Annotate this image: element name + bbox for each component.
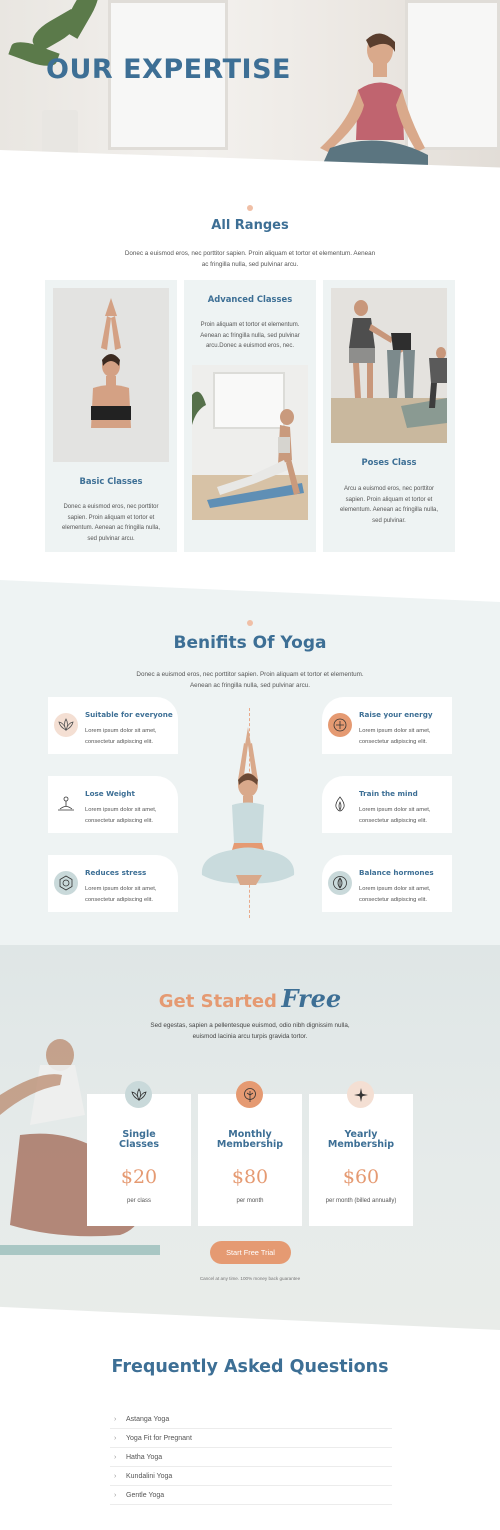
tree-icon — [236, 1081, 263, 1108]
benefit-card-everyone: Suitable for everyone Lorem ipsum dolor … — [48, 697, 178, 754]
plant-pot — [42, 110, 78, 155]
ranges-title: All Ranges — [211, 218, 289, 233]
hero-banner: OUR EXPERTISE — [0, 0, 500, 175]
faq-item-label: Gentle Yoga — [126, 1491, 165, 1499]
chevron-right-icon: › — [114, 1453, 117, 1461]
class-card-title: Basic Classes — [79, 476, 143, 486]
lotus-icon — [125, 1081, 152, 1108]
pricing-card-single[interactable]: Single Classes $20 per class — [87, 1094, 191, 1226]
benefit-card-mind: Train the mind Lorem ipsum dolor sit ame… — [322, 776, 452, 833]
hexagon-icon — [54, 871, 78, 895]
chevron-right-icon: › — [114, 1472, 117, 1480]
poses-class-photo — [331, 288, 447, 443]
faq-item-label: Hatha Yoga — [126, 1453, 163, 1461]
benefit-title: Suitable for everyone — [85, 710, 173, 719]
benefit-card-stress: Reduces stress Lorem ipsum dolor sit ame… — [48, 855, 178, 912]
start-free-trial-button[interactable]: Start Free Trial — [210, 1241, 291, 1264]
benefits-yoga-figure — [201, 727, 295, 885]
class-card-text: Donec a euismod eros, nec porttitor sapi… — [61, 504, 161, 542]
faq-item[interactable]: › Kundalini Yoga — [110, 1467, 392, 1486]
faq-item[interactable]: › Astanga Yoga — [110, 1410, 392, 1429]
benefit-title: Balance hormones — [359, 868, 434, 877]
plan-price: $60 — [342, 1166, 380, 1188]
faq-item-label: Yoga Fit for Pregnant — [126, 1434, 192, 1442]
benefit-text: Lorem ipsum dolor sit amet, consectetur a… — [85, 728, 157, 745]
benefit-card-energy: Raise your energy Lorem ipsum dolor sit … — [322, 697, 452, 754]
flower-icon — [347, 1081, 374, 1108]
benefit-card-hormones: Balance hormones Lorem ipsum dolor sit a… — [322, 855, 452, 912]
class-card-title: Advanced Classes — [207, 294, 293, 304]
pricing-card-yearly[interactable]: Yearly Membership $60 per month (billed a… — [309, 1094, 413, 1226]
benefits-title: Benifits Of Yoga — [173, 633, 327, 653]
ranges-subtitle: Donec a euismod eros, nec porttitor sapi… — [124, 250, 376, 268]
class-card-text: Arcu a euismod eros, nec porttitor sapie… — [339, 486, 439, 524]
plan-unit: per month — [236, 1198, 264, 1204]
faq-item[interactable]: › Hatha Yoga — [110, 1448, 392, 1467]
flame-icon — [328, 792, 352, 816]
leaf-icon — [328, 871, 352, 895]
faq-item-label: Kundalini Yoga — [126, 1472, 173, 1480]
benefit-card-weight: Lose Weight Lorem ipsum dolor sit amet, c… — [48, 776, 178, 833]
plan-title: Single Classes — [118, 1129, 160, 1150]
benefit-text: Lorem ipsum dolor sit amet, consectetur a… — [85, 807, 157, 824]
plan-title: Monthly Membership — [216, 1129, 284, 1150]
faq-title: Frequently Asked Questions — [111, 1357, 389, 1377]
benefit-title: Lose Weight — [85, 789, 135, 798]
energy-icon — [328, 713, 352, 737]
meditation-icon — [54, 792, 78, 816]
pricing-card-monthly[interactable]: Monthly Membership $80 per month — [198, 1094, 302, 1226]
benefit-title: Raise your energy — [359, 710, 433, 719]
get-started-heading: Get Started Free — [0, 984, 500, 1013]
class-card-advanced[interactable]: Advanced Classes Proin aliquam et tortor… — [184, 280, 316, 552]
plant-leaf — [60, 0, 105, 39]
plan-price: $20 — [120, 1166, 158, 1188]
benefit-text: Lorem ipsum dolor sit amet, consectetur a… — [85, 886, 157, 903]
faq-item[interactable]: › Yoga Fit for Pregnant — [110, 1429, 392, 1448]
guarantee-text: Cancel at any time. 100% money back guar… — [199, 1276, 301, 1281]
hero-yoga-woman-photo — [320, 33, 428, 170]
class-card-title: Poses Class — [361, 457, 417, 467]
get-started-title-script: Free — [281, 984, 342, 1013]
benefits-subtitle: Donec a euismod eros, nec porttitor sapi… — [136, 671, 364, 689]
class-card-text: Proin aliquam et tortor et elementum. Ae… — [200, 322, 300, 349]
benefit-text: Lorem ipsum dolor sit amet, consectetur a… — [359, 886, 431, 903]
plan-title: Yearly Membership — [327, 1129, 395, 1150]
plan-unit: per class — [126, 1198, 151, 1204]
chevron-right-icon: › — [114, 1415, 117, 1423]
benefit-title: Train the mind — [359, 789, 418, 798]
benefit-text: Lorem ipsum dolor sit amet, consectetur a… — [359, 807, 431, 824]
plan-unit: per month (billed annually) — [325, 1198, 397, 1204]
faq-item-label: Astanga Yoga — [126, 1415, 170, 1423]
get-started-subtitle: Sed egestas, sapien a pellentesque euism… — [150, 1022, 350, 1040]
get-started-title: Get Started — [158, 991, 277, 1012]
chevron-right-icon: › — [114, 1434, 117, 1442]
faq-item[interactable]: › Gentle Yoga — [110, 1486, 392, 1505]
class-card-poses[interactable]: Poses Class Arcu a euismod eros, nec por… — [323, 280, 455, 552]
basic-class-photo — [53, 288, 169, 462]
plan-price: $80 — [231, 1166, 269, 1188]
decorative-dot — [247, 620, 253, 626]
lotus-icon — [54, 713, 78, 737]
decorative-dot — [247, 205, 253, 211]
chevron-right-icon: › — [114, 1491, 117, 1499]
hero-title: OUR EXPERTISE — [46, 54, 291, 85]
advanced-class-photo — [192, 365, 308, 520]
benefit-text: Lorem ipsum dolor sit amet, consectetur a… — [359, 728, 431, 745]
benefit-title: Reduces stress — [85, 868, 147, 877]
class-card-basic[interactable]: Basic Classes Donec a euismod eros, nec … — [45, 280, 177, 552]
